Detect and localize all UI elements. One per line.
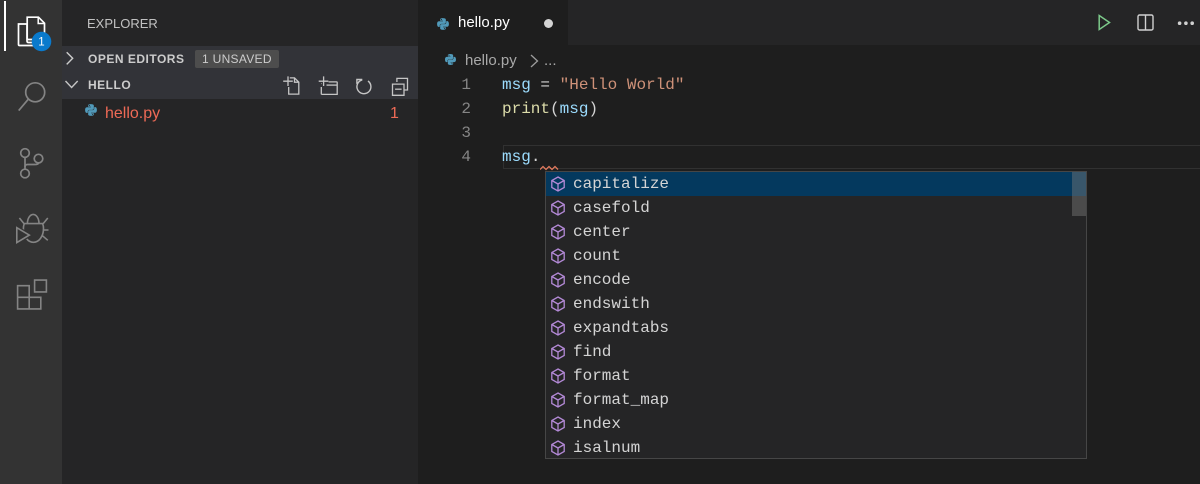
svg-text:1: 1: [38, 37, 44, 49]
